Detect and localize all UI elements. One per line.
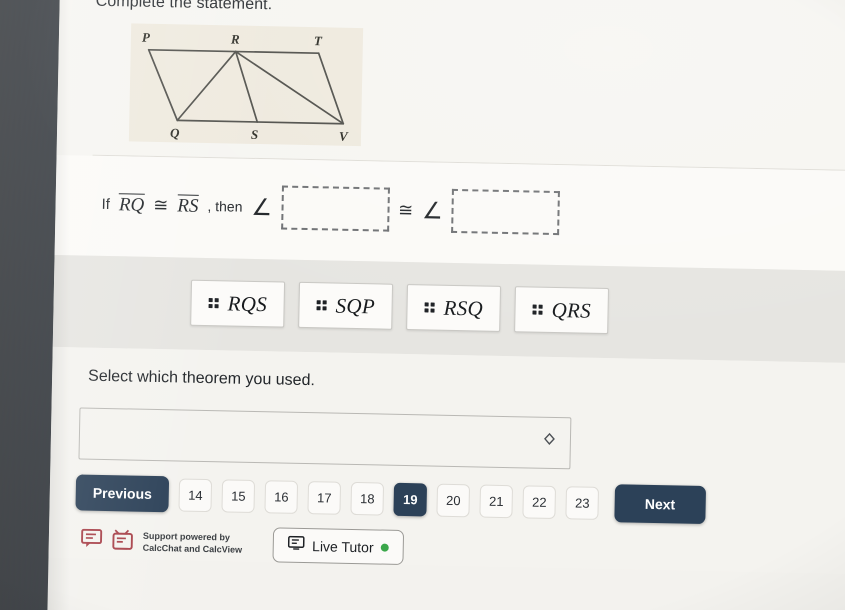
drag-handle-icon[interactable]: [316, 299, 327, 311]
answer-dropzone-2[interactable]: [451, 188, 561, 236]
calcchat-svg: [81, 528, 103, 548]
live-tutor-button[interactable]: Live Tutor: [272, 527, 404, 566]
segment-rs: RS: [177, 194, 199, 217]
answer-tile-label: RSQ: [443, 295, 484, 321]
equation-if-label: If: [101, 195, 111, 213]
equation-then-label: , then: [207, 198, 243, 215]
segment-rq: RQ: [118, 193, 145, 216]
geometry-figure: P R T Q S V: [128, 23, 364, 147]
monitor-svg: [288, 535, 305, 550]
next-button[interactable]: Next: [614, 484, 706, 525]
answer-tiles-section: RQS SQP RSQ QRS: [52, 254, 845, 364]
page-button-14[interactable]: 14: [178, 477, 213, 512]
footer-nav: Previous 14 15 16 17 18 19 20 21 22 23 N…: [48, 473, 845, 574]
pagination-row: Previous 14 15 16 17 18 19 20 21 22 23 N…: [75, 473, 845, 527]
drag-handle-icon[interactable]: [208, 297, 219, 309]
theorem-prompt: Select which theorem you used.: [87, 367, 316, 390]
support-bar: Support powered by CalcChat and CalcView: [80, 524, 845, 575]
equation-row: If RQ ≅ RS , then ∠ ≅ ∠: [55, 181, 845, 241]
answer-tile-rsq[interactable]: RSQ: [406, 284, 502, 332]
support-credit: Support powered by CalcChat and CalcView: [143, 531, 243, 555]
app-screen: Complete the statement. P R T Q S V If R…: [46, 0, 845, 610]
page-button-23[interactable]: 23: [565, 485, 600, 520]
congruent-symbol-2: ≅: [397, 199, 414, 220]
monitor-icon: [288, 535, 305, 555]
page-button-19[interactable]: 19: [393, 482, 428, 516]
figure-vertex-label-Q: Q: [170, 125, 180, 140]
equation-section: If RQ ≅ RS , then ∠ ≅ ∠: [54, 154, 845, 272]
figure-vertex-label-P: P: [142, 30, 151, 45]
angle-symbol-1: ∠: [251, 193, 273, 220]
figure-vertex-label-T: T: [314, 33, 323, 48]
support-credit-line2: CalcChat and CalcView: [142, 542, 243, 555]
figure-vertex-label-R: R: [230, 31, 240, 46]
answer-tile-sqp[interactable]: SQP: [298, 281, 394, 330]
page-button-17[interactable]: 17: [307, 480, 342, 515]
answer-dropzone-1[interactable]: [280, 185, 390, 232]
figure-vertex-label-S: S: [251, 127, 259, 142]
answer-tile-qrs[interactable]: QRS: [514, 286, 610, 335]
page-button-22[interactable]: 22: [522, 484, 557, 519]
calcview-icon[interactable]: [112, 529, 135, 555]
calcchat-icon[interactable]: [81, 528, 103, 554]
answer-tile-label: SQP: [335, 293, 376, 318]
page-button-16[interactable]: 16: [264, 479, 299, 514]
angle-symbol-2: ∠: [421, 196, 444, 224]
page-button-15[interactable]: 15: [221, 478, 256, 513]
page-button-21[interactable]: 21: [479, 484, 514, 518]
live-tutor-label: Live Tutor: [311, 537, 374, 555]
page-button-18[interactable]: 18: [350, 481, 385, 516]
answer-tiles-row: RQS SQP RSQ QRS: [53, 277, 845, 339]
prompt-section: Complete the statement. P R T Q S V: [56, 0, 845, 172]
page-button-20[interactable]: 20: [436, 483, 471, 517]
answer-tile-rqs[interactable]: RQS: [190, 279, 286, 328]
congruent-symbol-1: ≅: [153, 194, 169, 215]
previous-button[interactable]: Previous: [75, 474, 170, 513]
answer-tile-label: RQS: [227, 290, 268, 316]
calcview-svg: [112, 529, 133, 550]
drag-handle-icon[interactable]: [424, 302, 435, 313]
figure-svg: P R T Q S V: [142, 30, 349, 144]
online-status-dot: [380, 543, 389, 552]
answer-tile-label: QRS: [551, 297, 592, 323]
theorem-section: Select which theorem you used. Previous …: [48, 346, 845, 575]
theorem-select[interactable]: [78, 407, 572, 470]
page-title: Complete the statement.: [95, 0, 273, 14]
chevron-updown-svg: [544, 432, 555, 445]
figure-vertex-label-V: V: [339, 129, 349, 144]
drag-handle-icon[interactable]: [532, 304, 543, 316]
screenshot-photo: Complete the statement. P R T Q S V If R…: [0, 0, 845, 610]
chevron-updown-icon[interactable]: [543, 432, 556, 454]
